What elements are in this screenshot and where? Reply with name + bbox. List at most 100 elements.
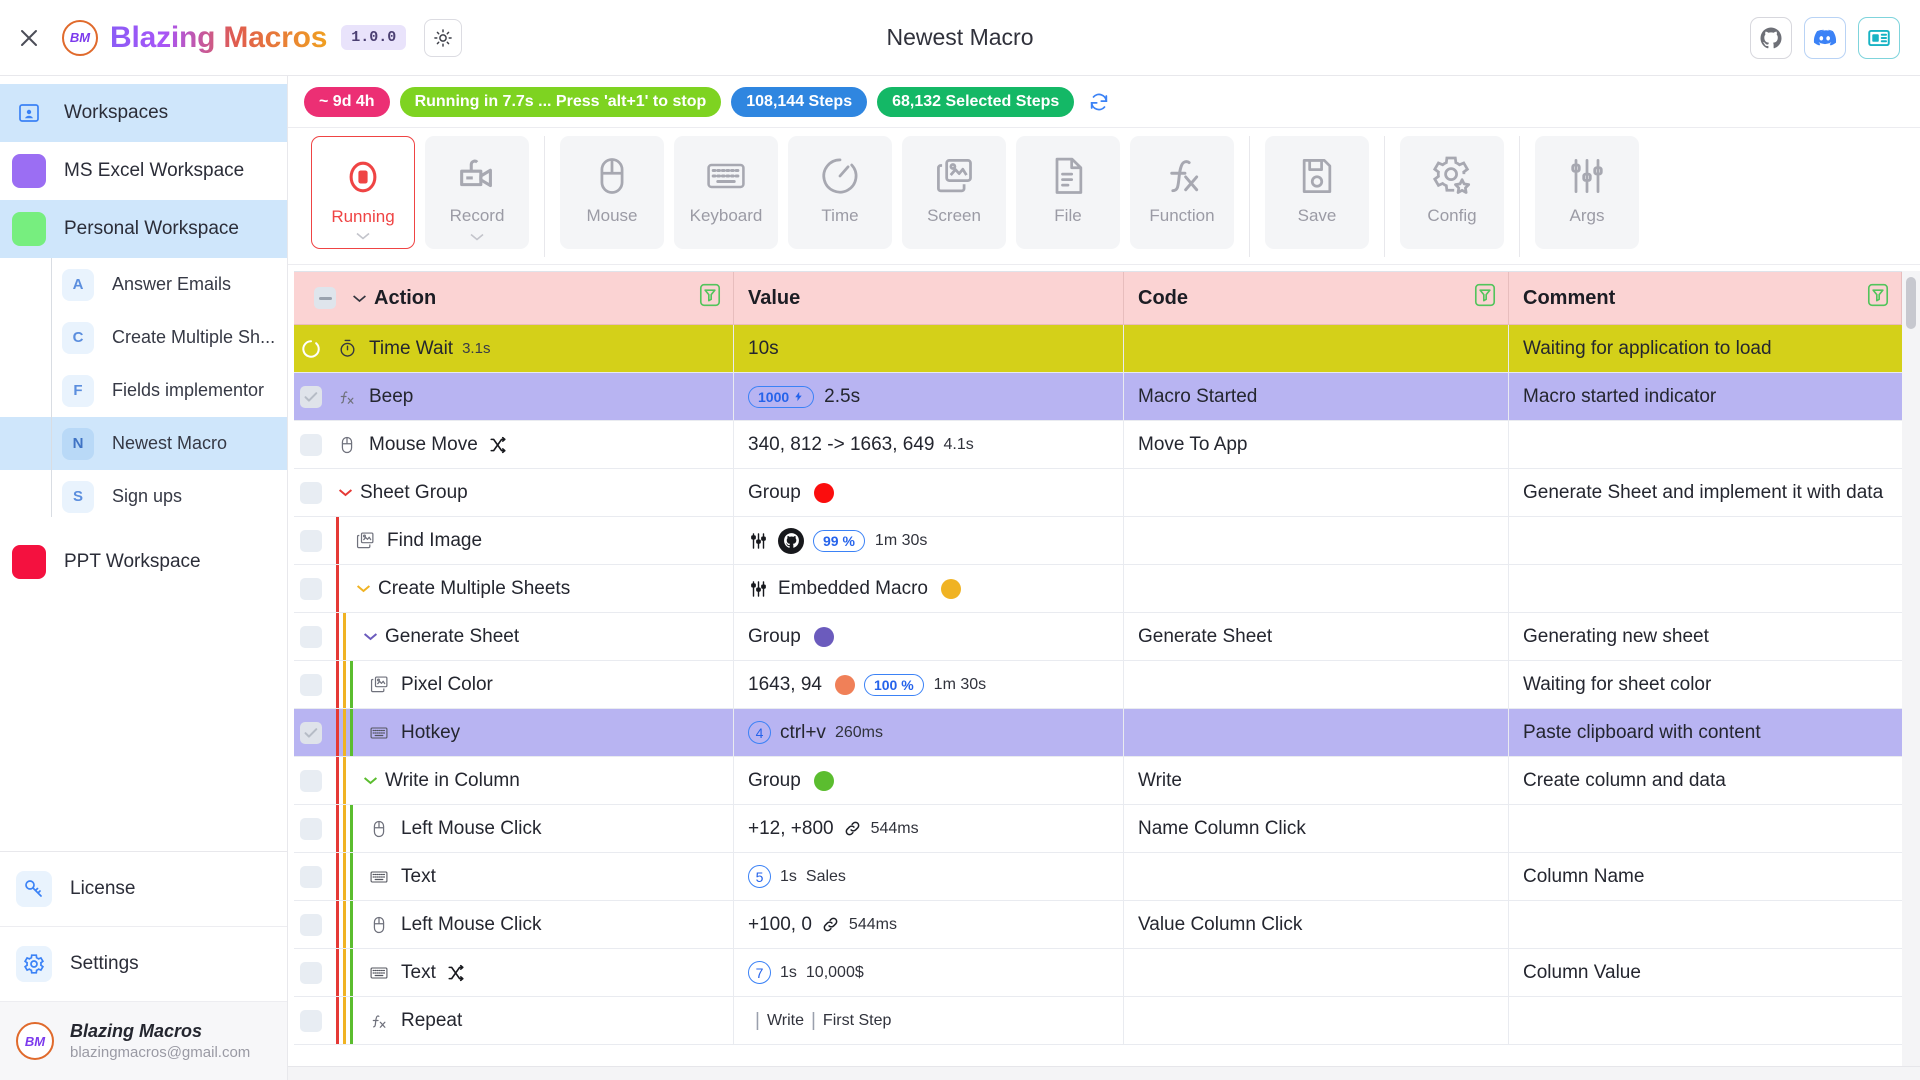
row-checkbox[interactable] <box>300 433 322 456</box>
filter-icon[interactable] <box>1472 282 1498 314</box>
cell-action: Text <box>294 949 734 996</box>
keyboard-button[interactable]: Keyboard <box>674 136 778 249</box>
github-icon <box>778 527 804 554</box>
file-button[interactable]: File <box>1016 136 1120 249</box>
chevron-down-icon[interactable] <box>469 227 485 247</box>
table-row[interactable]: Create Multiple Sheets Embedded Macro <box>294 565 1902 613</box>
version-badge: 1.0.0 <box>341 25 407 50</box>
row-expand-chevron-icon[interactable] <box>359 776 381 785</box>
table-row[interactable]: Beep 1000 2.5s Macro Started Macro started i… <box>294 373 1902 421</box>
column-header-code: Code <box>1124 271 1509 325</box>
mouse-icon <box>334 434 360 456</box>
row-checkbox[interactable] <box>300 481 322 504</box>
discord-icon[interactable] <box>1804 16 1846 59</box>
value-text: Group <box>748 481 801 503</box>
save-button[interactable]: Save <box>1265 136 1369 249</box>
close-icon[interactable] <box>14 23 44 53</box>
macro-initial: A <box>62 268 94 301</box>
row-action-label: Create Multiple Sheets <box>378 577 571 599</box>
column-header-action: Action <box>294 271 734 325</box>
theme-toggle-button[interactable] <box>424 18 463 57</box>
sidebar-item-create-multiple-sheets[interactable]: C Create Multiple Sh... <box>0 311 287 364</box>
table-row[interactable]: Repeat | Write | First Step <box>294 997 1902 1045</box>
chevron-down-icon[interactable] <box>355 226 371 246</box>
group-color-dot <box>813 626 834 647</box>
sidebar-item-answer-emails[interactable]: A Answer Emails <box>0 258 287 311</box>
row-checkbox[interactable] <box>300 529 322 552</box>
table-row[interactable]: Hotkey 4 ctrl+v 260ms Paste clipboard with c… <box>294 709 1902 757</box>
row-checkbox[interactable] <box>300 817 322 840</box>
select-all-checkbox[interactable] <box>314 287 336 309</box>
sidebar-item-ppt-workspace[interactable]: PPT Workspace <box>0 533 287 591</box>
table-row[interactable]: Find Image 99 % 1m 30s <box>294 517 1902 565</box>
table-row[interactable]: Text 5 1s Sales Column Name <box>294 853 1902 901</box>
row-checkbox[interactable] <box>300 577 322 600</box>
table-row[interactable]: Time Wait 3.1s 10s Waiting for application … <box>294 325 1902 373</box>
indent-guide <box>334 997 341 1044</box>
cell-action: Write in Column <box>294 757 734 804</box>
row-checkbox[interactable] <box>300 865 322 888</box>
image-icon <box>932 150 976 202</box>
table-row[interactable]: Generate Sheet Group Generate Sheet Generat… <box>294 613 1902 661</box>
news-icon[interactable] <box>1858 16 1900 59</box>
mouse-icon <box>366 818 392 840</box>
mouse-button[interactable]: Mouse <box>560 136 664 249</box>
titlebar-actions <box>1750 16 1920 59</box>
row-checkbox[interactable] <box>300 385 322 408</box>
row-checkbox[interactable] <box>300 721 322 744</box>
github-icon[interactable] <box>1750 16 1792 59</box>
chevron-down-icon[interactable] <box>348 294 370 303</box>
table-row[interactable]: Sheet Group Group Generate Sheet and imple… <box>294 469 1902 517</box>
value-duration: 260ms <box>834 723 883 741</box>
table-row[interactable]: Write in Column Group Write Create column a… <box>294 757 1902 805</box>
status-badge-steps[interactable]: 108,144 Steps <box>731 86 868 117</box>
table-body: Time Wait 3.1s 10s Waiting for application … <box>294 325 1902 1066</box>
sidebar-item-personal-workspace[interactable]: Personal Workspace <box>0 200 287 258</box>
status-badge-running[interactable]: Running in 7.7s ... Press 'alt+1' to sto… <box>399 86 722 117</box>
sidebar-item-settings[interactable]: Settings <box>0 927 287 1002</box>
horizontal-scrollbar[interactable] <box>288 1066 1920 1080</box>
value-duration: 544ms <box>848 915 897 933</box>
cell-action: Find Image <box>294 517 734 564</box>
sidebar-item-sign-ups[interactable]: S Sign ups <box>0 470 287 523</box>
screen-button[interactable]: Screen <box>902 136 1006 249</box>
row-expand-chevron-icon[interactable] <box>352 584 374 593</box>
vertical-scrollbar[interactable] <box>1902 271 1920 1066</box>
sidebar-item-ms-excel-workspace[interactable]: MS Excel Workspace <box>0 142 287 200</box>
row-checkbox[interactable] <box>300 769 322 792</box>
running-button[interactable]: Running <box>311 136 415 249</box>
sidebar-item-newest-macro[interactable]: N Newest Macro <box>0 417 287 470</box>
macro-list: A Answer Emails C Create Multiple Sh... … <box>0 258 287 523</box>
status-badge-eta[interactable]: ~ 9d 4h <box>304 86 390 117</box>
steps-table-area: Action Value Code Comment Time Wait 3.1s… <box>288 265 1920 1066</box>
time-button[interactable]: Time <box>788 136 892 249</box>
config-button[interactable]: Config <box>1400 136 1504 249</box>
table-row[interactable]: Mouse Move 340, 812 -> 1663, 649 4.1s Move … <box>294 421 1902 469</box>
status-badge-selected-steps[interactable]: 68,132 Selected Steps <box>877 86 1075 117</box>
row-checkbox[interactable] <box>300 1009 322 1032</box>
group-color-dot <box>834 674 855 695</box>
row-checkbox[interactable] <box>300 961 322 984</box>
table-row[interactable]: Pixel Color 1643, 94 100 % 1m 30s Waiting fo… <box>294 661 1902 709</box>
user-profile[interactable]: BM Blazing Macros blazingmacros@gmail.co… <box>0 1002 287 1080</box>
function-button[interactable]: Function <box>1130 136 1234 249</box>
refresh-icon[interactable] <box>1088 91 1110 113</box>
sidebar-item-license[interactable]: License <box>0 852 287 927</box>
row-expand-chevron-icon[interactable] <box>359 632 381 641</box>
args-button[interactable]: Args <box>1535 136 1639 249</box>
row-expand-chevron-icon[interactable] <box>334 488 356 497</box>
table-row[interactable]: Text 7 1s 10,000$ Column Value <box>294 949 1902 997</box>
row-checkbox[interactable] <box>300 625 322 648</box>
row-checkbox[interactable] <box>300 913 322 936</box>
sidebar-item-workspaces[interactable]: Workspaces <box>0 84 287 142</box>
table-row[interactable]: Left Mouse Click +100, 0 544ms Value Column… <box>294 901 1902 949</box>
scrollbar-thumb[interactable] <box>1906 277 1916 329</box>
filter-icon[interactable] <box>1865 282 1891 314</box>
record-button[interactable]: Record <box>425 136 529 249</box>
row-checkbox[interactable] <box>300 673 322 696</box>
table-row[interactable]: Left Mouse Click +12, +800 544ms Name Colum… <box>294 805 1902 853</box>
filter-icon[interactable] <box>697 282 723 314</box>
sidebar-item-fields-implementor[interactable]: F Fields implementor <box>0 364 287 417</box>
toolbar-group-args: Args <box>1520 136 1654 257</box>
cell-comment: Column Name <box>1523 865 1645 887</box>
